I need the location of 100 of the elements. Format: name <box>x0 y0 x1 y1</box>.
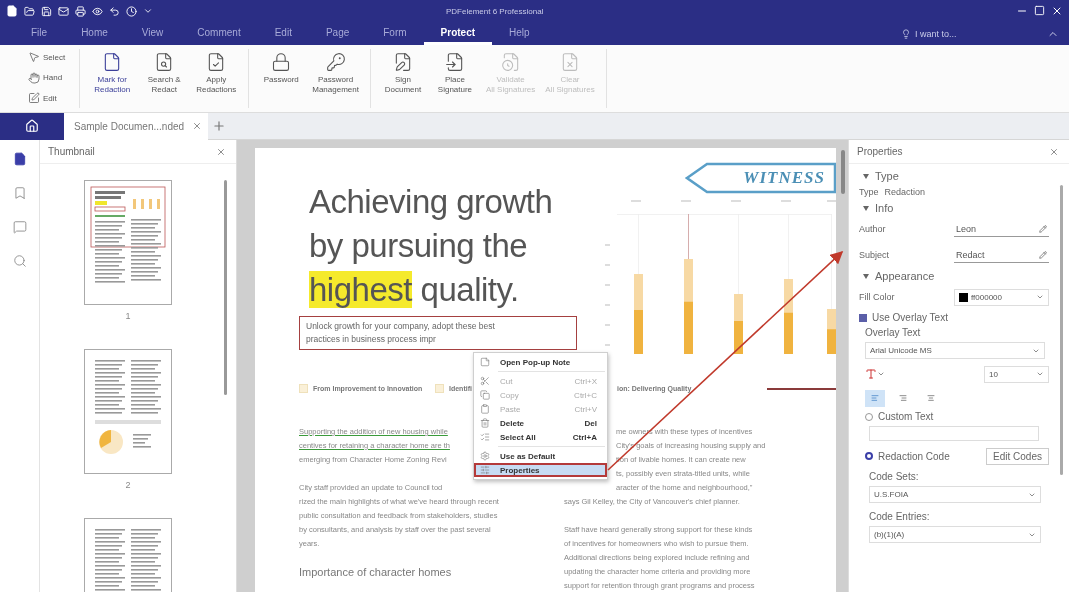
ribbon-button[interactable]: Search & Redact <box>140 49 189 108</box>
sliders-icon <box>480 465 490 475</box>
edit-codes-button[interactable]: Edit Codes <box>986 447 1049 465</box>
caret-icon[interactable] <box>863 273 869 279</box>
text-color-icon[interactable] <box>865 368 877 380</box>
window-title: PDFelement 6 Professional <box>446 6 545 16</box>
menu-tab[interactable]: Home <box>64 22 125 45</box>
align-center-icon <box>927 392 935 404</box>
custom-text-field[interactable] <box>869 426 1039 441</box>
menu-item[interactable]: Select All Ctrl+A <box>474 430 607 444</box>
undo-icon[interactable] <box>109 5 120 17</box>
redaction-mark[interactable]: Unlock growth for your company, adopt these best practices in business process impr <box>299 316 577 350</box>
author-field[interactable]: Leon <box>954 221 1049 237</box>
color-picker[interactable]: ff000000 <box>954 288 1049 306</box>
menu-tab[interactable]: View <box>124 22 181 45</box>
copy-icon <box>480 390 490 400</box>
size-dropdown[interactable]: 10 <box>984 365 1049 383</box>
section-heading: Type <box>875 170 899 182</box>
menu-tab[interactable]: Edit <box>257 22 309 45</box>
section-heading: Importance of character homes <box>299 565 452 579</box>
menu-tab[interactable]: File <box>14 22 65 45</box>
key-icon <box>325 52 346 72</box>
field-label: Code Sets: <box>868 471 920 482</box>
ribbon-button[interactable]: Place Signature <box>430 49 479 108</box>
page-thumbnail[interactable] <box>84 349 172 474</box>
menu-item[interactable]: Open Pop-up Note <box>474 355 607 369</box>
panel-title: Properties <box>857 146 903 157</box>
search-field[interactable]: I want to... <box>915 28 1015 39</box>
section-heading: Info <box>875 202 894 214</box>
preview-icon[interactable] <box>92 5 103 17</box>
pointer-icon <box>28 51 40 63</box>
ribbon-button[interactable]: Password <box>257 49 306 108</box>
page-number: 2 <box>125 480 131 490</box>
align-button[interactable] <box>865 389 885 407</box>
document-tab[interactable]: Sample Documen...nded <box>64 112 209 140</box>
scrollbar-thumb[interactable] <box>224 180 227 395</box>
menu-tab[interactable]: Page <box>308 22 367 45</box>
pen-icon <box>28 92 40 104</box>
ribbon-button[interactable]: Sign Document <box>378 49 427 108</box>
code-set-dropdown[interactable]: U.S.FOIA <box>869 486 1041 503</box>
note-icon <box>480 357 490 367</box>
section-heading: Appearance <box>875 270 935 282</box>
panel-title: Thumbnail <box>48 146 95 157</box>
field-label: Author <box>859 224 886 234</box>
code-entry-dropdown[interactable]: (b)(1)(A) <box>869 526 1041 543</box>
ribbon-button[interactable]: Apply Redactions <box>192 49 241 108</box>
menu-item[interactable]: Properties <box>474 463 607 477</box>
pencil-icon <box>1039 224 1047 233</box>
field-label: Subject <box>859 250 890 260</box>
subject-field[interactable]: Redact <box>954 247 1049 263</box>
font-dropdown[interactable]: Arial Unicode MS <box>865 342 1045 359</box>
pencil-icon <box>1039 250 1047 259</box>
close-icon[interactable] <box>1051 5 1063 17</box>
caret-icon[interactable] <box>863 205 869 211</box>
lightbulb-icon <box>901 28 911 39</box>
bookmark-icon[interactable] <box>12 186 27 200</box>
field-label: Code Entries: <box>868 511 931 522</box>
strikeout-mark <box>767 386 836 391</box>
hand-icon <box>28 71 40 84</box>
file-clock-icon <box>500 52 521 72</box>
tool-button[interactable]: Select <box>28 51 66 63</box>
tool-button[interactable]: Edit <box>28 92 66 104</box>
search-icon[interactable] <box>12 254 27 268</box>
page-thumbnail[interactable] <box>84 180 172 305</box>
ribbon-button[interactable]: Password Management <box>309 49 362 108</box>
settings-icon <box>480 451 490 461</box>
file-arrow-icon <box>444 52 465 72</box>
field-label: Type <box>859 187 879 197</box>
overlay-checkbox[interactable]: Use Overlay Text <box>859 312 1049 323</box>
field-label: Overlay Text <box>864 327 922 338</box>
pages-icon[interactable] <box>12 152 27 166</box>
custom-text-radio[interactable]: Custom Text <box>859 411 1049 422</box>
witness-stamp[interactable]: WITNESS <box>685 162 836 194</box>
dropdown-icon[interactable] <box>143 6 153 16</box>
caret-icon[interactable] <box>863 173 869 179</box>
ribbon-button[interactable]: Mark for Redaction <box>88 49 137 108</box>
align-left-icon <box>871 392 879 404</box>
align-right-icon <box>899 392 907 404</box>
mail-icon[interactable] <box>58 5 69 17</box>
menu-tab[interactable]: Form <box>366 22 424 45</box>
app-logo-icon <box>6 5 18 17</box>
tool-button[interactable]: Hand <box>28 71 66 84</box>
clock-icon[interactable] <box>126 5 137 17</box>
menu-tab[interactable]: Help <box>492 22 547 45</box>
comment-icon[interactable] <box>12 220 27 234</box>
menu-item[interactable]: Use as Default <box>474 449 607 463</box>
maximize-icon[interactable] <box>1034 5 1045 16</box>
headline: Achieving growth by pursuing the highest quality. <box>309 182 554 310</box>
menu-item[interactable]: Delete Del <box>474 416 607 430</box>
home-tab[interactable] <box>0 112 64 140</box>
field-value: Redaction <box>884 187 926 197</box>
scrollbar-thumb[interactable] <box>841 150 845 194</box>
save-icon[interactable] <box>41 5 52 17</box>
new-tab-icon[interactable] <box>212 119 227 133</box>
menu-tab[interactable]: Comment <box>180 22 258 45</box>
folder-icon[interactable] <box>24 5 35 17</box>
page-number: 1 <box>125 311 131 321</box>
redaction-code-radio[interactable]: Redaction Code <box>859 450 950 462</box>
printer-icon[interactable] <box>75 5 86 17</box>
scrollbar-thumb[interactable] <box>1060 185 1063 475</box>
